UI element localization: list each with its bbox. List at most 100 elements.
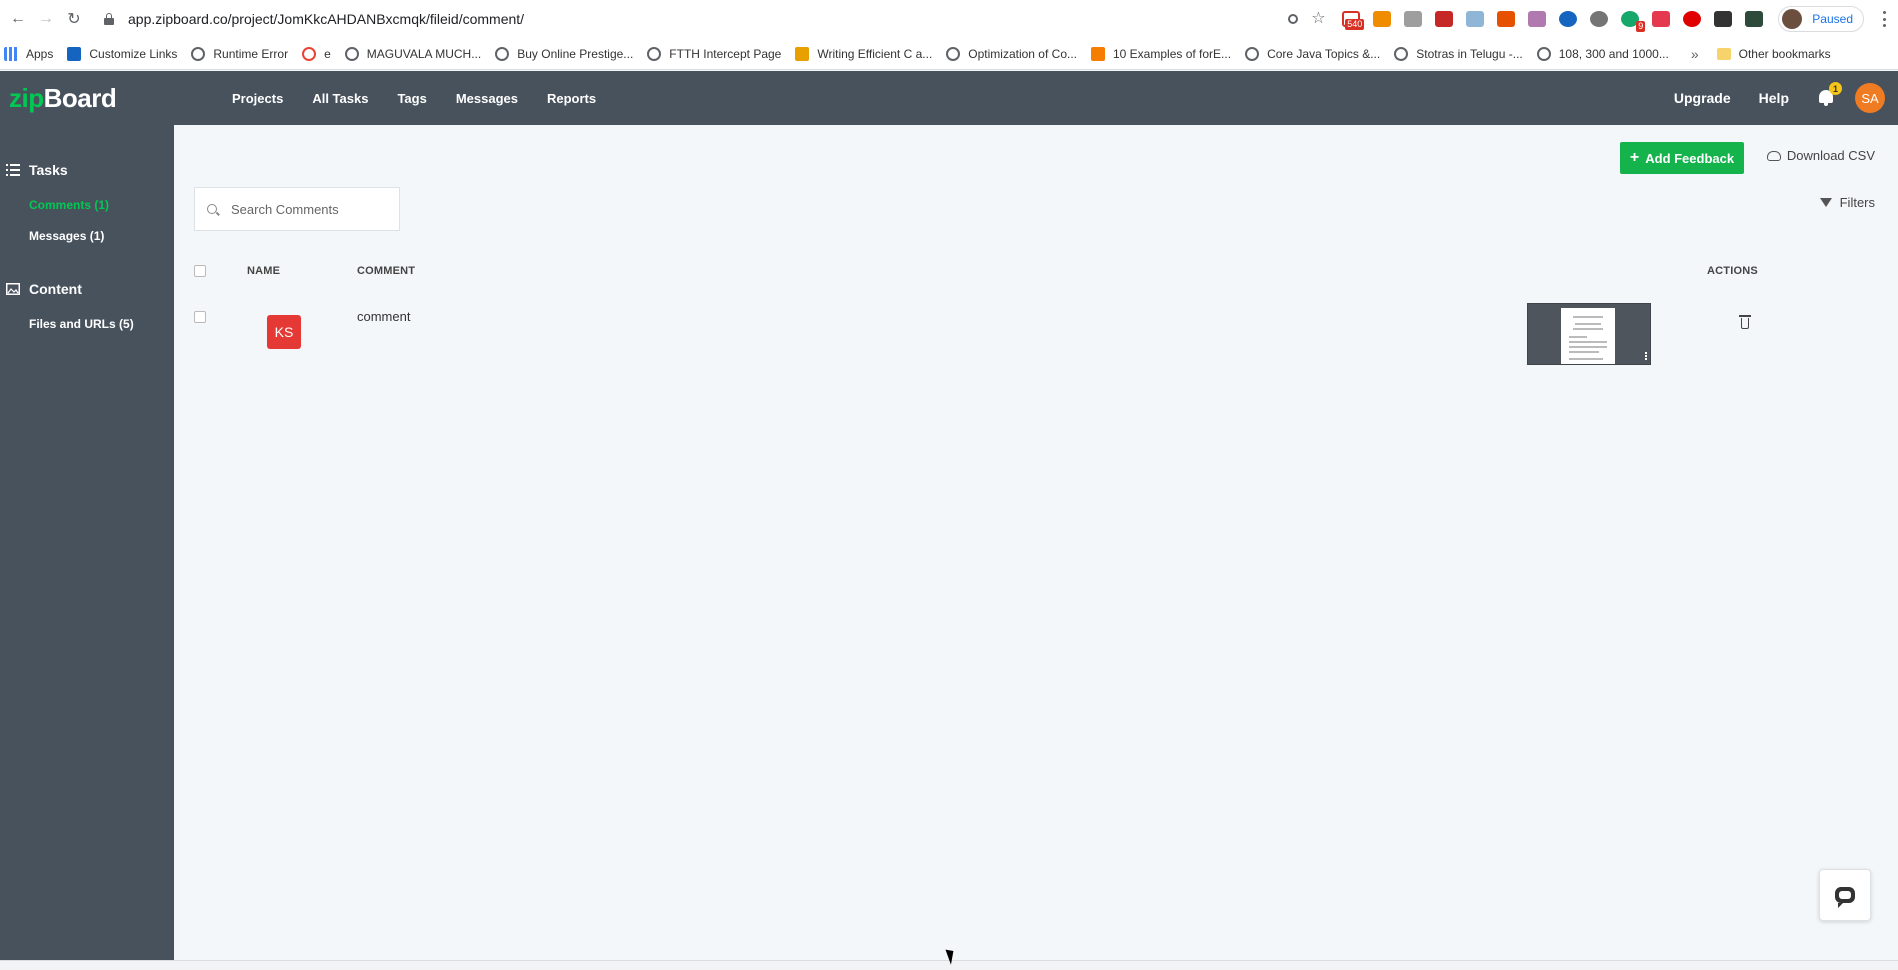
puzzle-icon[interactable]	[1714, 11, 1733, 27]
bookmark-google[interactable]: e	[302, 46, 331, 61]
google-icon	[302, 46, 317, 61]
bookmark-label: Buy Online Prestige...	[517, 46, 634, 61]
url-text[interactable]: app.zipboard.co/project/JomKkcAHDANBxcmq…	[128, 11, 524, 27]
opera-icon[interactable]	[1683, 11, 1702, 27]
image-icon[interactable]	[1466, 11, 1485, 27]
circle-icon[interactable]	[1590, 11, 1609, 27]
table-row[interactable]: KS comment	[194, 303, 1894, 385]
bookmark-stotras[interactable]: Stotras in Telugu -...	[1394, 46, 1523, 61]
bookmark-runtime-error[interactable]: Runtime Error	[191, 46, 288, 61]
thumbnail-page	[1561, 308, 1615, 364]
nav-reports[interactable]: Reports	[547, 91, 596, 106]
gmail-icon[interactable]: 540	[1342, 11, 1365, 30]
sidebar-item-files[interactable]: Files and URLs (5)	[0, 317, 174, 331]
hp-icon[interactable]	[1559, 11, 1578, 27]
thumbnail-menu-icon[interactable]	[1645, 352, 1647, 360]
bell-icon[interactable]: 1	[1817, 82, 1842, 107]
globe-icon	[946, 46, 961, 61]
office-icon[interactable]	[1497, 11, 1516, 27]
bug-icon[interactable]	[1528, 11, 1547, 27]
upgrade-link[interactable]: Upgrade	[1674, 90, 1731, 106]
bookmark-label: Core Java Topics &...	[1267, 46, 1381, 61]
screen-icon[interactable]	[1745, 11, 1764, 27]
bookmark-prestige[interactable]: Buy Online Prestige...	[495, 46, 634, 61]
bookmark-label: Other bookmarks	[1738, 46, 1831, 61]
bookmark-label: 108, 300 and 1000...	[1558, 46, 1669, 61]
bookmark-core-java[interactable]: Core Java Topics &...	[1245, 46, 1381, 61]
chat-icon	[1835, 887, 1855, 908]
tm-icon[interactable]	[1373, 11, 1392, 27]
red-book-icon[interactable]	[1435, 11, 1454, 27]
col-name[interactable]: NAME	[247, 265, 280, 277]
pocket-icon[interactable]	[1652, 11, 1671, 27]
bookmark-label: MAGUVALA MUCH...	[366, 46, 482, 61]
globe-icon	[1245, 46, 1260, 61]
download-csv-label: Download CSV	[1786, 148, 1875, 163]
nav-projects[interactable]: Projects	[232, 91, 283, 106]
plus-icon: +	[1629, 149, 1640, 166]
row-checkbox[interactable]	[194, 311, 206, 323]
bookmark-other[interactable]: Other bookmarks	[1716, 46, 1831, 61]
logo-board: Board	[43, 82, 117, 113]
sidebar-section-tasks: Tasks	[0, 162, 174, 178]
user-avatar[interactable]: SA	[1855, 83, 1885, 113]
avatar: KS	[267, 315, 301, 349]
browser-menu-icon[interactable]	[1882, 11, 1886, 27]
bookmark-optimization[interactable]: Optimization of Co...	[946, 46, 1077, 61]
sidebar-tasks-title: Tasks	[29, 162, 68, 178]
delete-icon[interactable]	[1739, 315, 1751, 329]
filter-icon	[1819, 198, 1832, 207]
bookmark-maguvala[interactable]: MAGUVALA MUCH...	[344, 46, 482, 61]
back-icon[interactable]: ←	[8, 9, 28, 29]
zipboard-logo[interactable]: zipBoard	[9, 83, 209, 114]
star-icon[interactable]: ☆	[1311, 11, 1329, 27]
bookmark-ftth[interactable]: FTTH Intercept Page	[647, 46, 781, 61]
forward-icon[interactable]: →	[36, 9, 56, 29]
download-csv-button[interactable]: Download CSV	[1766, 148, 1875, 163]
table-header: NAME COMMENT ACTIONS	[194, 265, 1894, 285]
screenshot-thumbnail[interactable]	[1527, 303, 1651, 365]
profile-button[interactable]: Paused	[1778, 6, 1864, 32]
reload-icon[interactable]: ↻	[64, 9, 84, 29]
main-content: + Add Feedback Download CSV Filters NAME…	[174, 125, 1898, 960]
notification-count: 1	[1829, 82, 1842, 95]
pdf-icon[interactable]	[1404, 11, 1423, 27]
bookmark-108[interactable]: 108, 300 and 1000...	[1536, 46, 1669, 61]
globe-icon	[191, 46, 206, 61]
nav-messages[interactable]: Messages	[456, 91, 518, 106]
sidebar: Tasks Comments (1) Messages (1) Content …	[0, 125, 174, 960]
blogger-icon	[1091, 46, 1105, 61]
logo-zip: zip	[9, 82, 44, 113]
nav-all-tasks[interactable]: All Tasks	[312, 91, 368, 106]
chat-widget-button[interactable]	[1819, 869, 1871, 921]
header-right: Upgrade Help 1 SA	[1674, 71, 1898, 125]
bookmark-label: e	[324, 46, 331, 61]
more-bookmarks-icon[interactable]: »	[1691, 46, 1699, 62]
bookmark-customize-links[interactable]: Customize Links	[67, 46, 177, 61]
sidebar-item-comments[interactable]: Comments (1)	[0, 198, 174, 212]
help-link[interactable]: Help	[1759, 90, 1789, 106]
bookmark-apps[interactable]: Apps	[4, 46, 53, 61]
comment-text[interactable]: comment	[357, 309, 410, 324]
nav-tags[interactable]: Tags	[397, 91, 426, 106]
image-icon	[6, 283, 20, 295]
m-icon	[67, 46, 82, 61]
filters-button[interactable]: Filters	[1819, 195, 1875, 210]
search-input[interactable]	[231, 201, 391, 217]
bookmark-10-examples[interactable]: 10 Examples of forE...	[1091, 46, 1231, 61]
search-icon	[207, 204, 217, 214]
add-feedback-label: Add Feedback	[1645, 150, 1735, 166]
profile-avatar	[1782, 9, 1803, 29]
grammarly-icon[interactable]: 9	[1621, 11, 1646, 32]
address-bar[interactable]: app.zipboard.co/project/JomKkcAHDANBxcmq…	[104, 5, 1284, 33]
sidebar-item-messages[interactable]: Messages (1)	[0, 229, 174, 243]
profile-status: Paused	[1812, 12, 1853, 26]
bookmark-writing-c[interactable]: Writing Efficient C a...	[795, 46, 932, 61]
bookmark-label: Optimization of Co...	[968, 46, 1077, 61]
key-icon[interactable]	[1288, 14, 1299, 24]
bookmarks-bar: Apps Customize Links Runtime Error e MAG…	[0, 38, 1898, 70]
cloud-download-icon	[1766, 150, 1781, 161]
col-comment[interactable]: COMMENT	[357, 265, 415, 277]
add-feedback-button[interactable]: + Add Feedback	[1620, 142, 1744, 174]
select-all-checkbox[interactable]	[194, 265, 206, 277]
